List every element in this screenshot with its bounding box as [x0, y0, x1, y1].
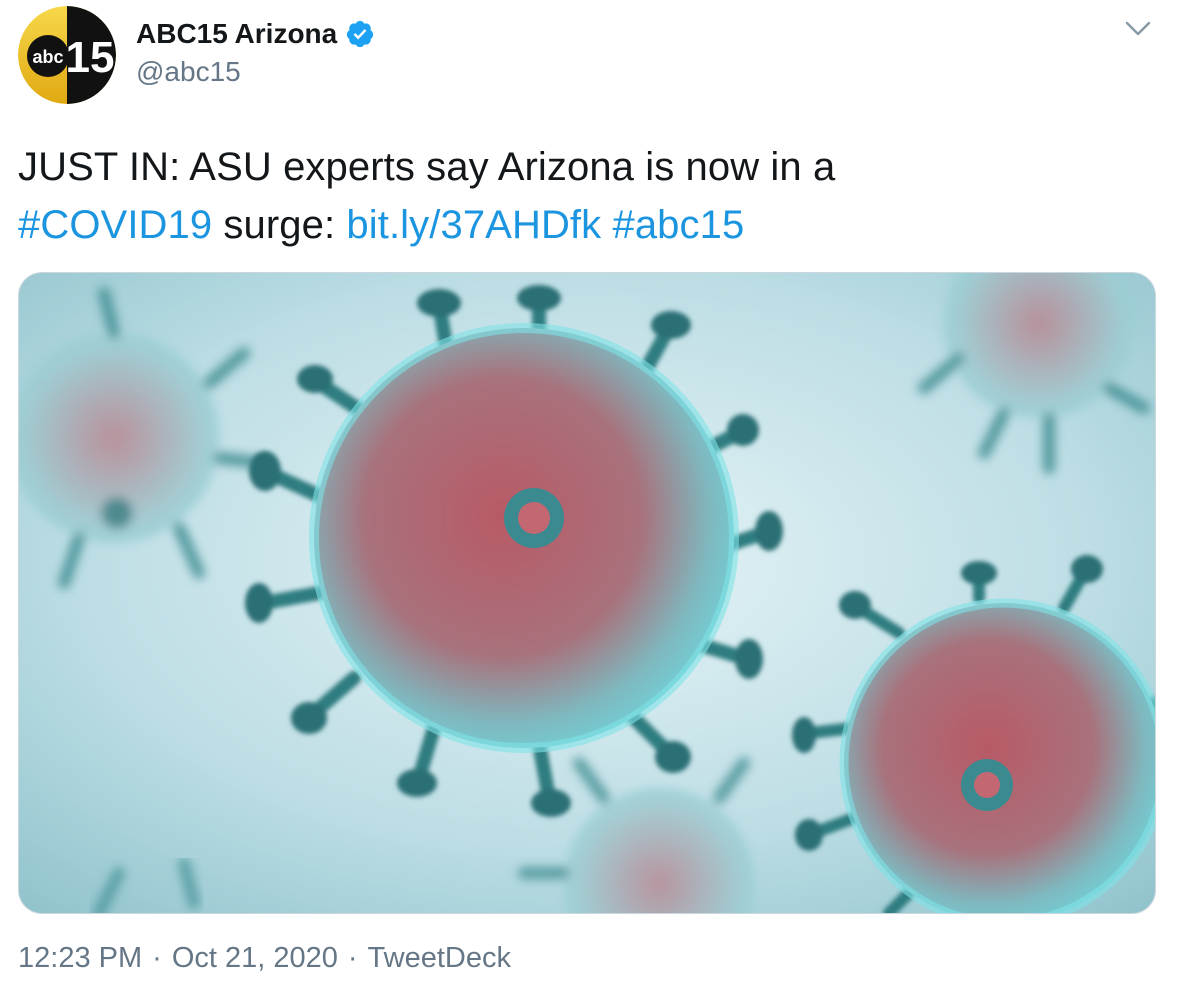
tweet-text: JUST IN: ASU experts say Arizona is now …	[18, 138, 1158, 254]
chevron-down-icon[interactable]	[1124, 18, 1152, 40]
avatar-text-left: abc	[32, 47, 63, 67]
hashtag-abc15-link[interactable]: #abc15	[612, 203, 744, 247]
meta-separator: ·	[152, 942, 162, 974]
tweet-date[interactable]: Oct 21, 2020	[172, 942, 338, 975]
tweet-card: abc 15 ABC15 Arizona @abc15 JUST IN: ASU…	[0, 0, 1178, 998]
tweet-time[interactable]: 12:23 PM	[18, 942, 142, 975]
author-handle[interactable]: @abc15	[136, 56, 241, 88]
tweet-meta: 12:23 PM · Oct 21, 2020 · TweetDeck	[18, 942, 511, 975]
avatar[interactable]: abc 15	[18, 6, 116, 104]
abc15-logo: abc 15	[18, 6, 116, 104]
hashtag-covid19-link[interactable]: #COVID19	[18, 203, 212, 247]
tweet-media-image[interactable]	[18, 272, 1156, 914]
tweet-text-line1: JUST IN: ASU experts say Arizona is now …	[18, 145, 836, 189]
coronavirus-illustration	[19, 273, 1155, 913]
short-url-link[interactable]: bit.ly/37AHDfk	[346, 203, 601, 247]
author-name-row: ABC15 Arizona	[136, 16, 375, 52]
tweet-source[interactable]: TweetDeck	[368, 942, 511, 975]
tweet-text-surge: surge:	[212, 203, 347, 247]
avatar-text-right: 15	[66, 33, 115, 82]
verified-badge-icon	[345, 19, 375, 49]
meta-separator: ·	[347, 942, 358, 974]
display-name[interactable]: ABC15 Arizona	[136, 18, 337, 50]
